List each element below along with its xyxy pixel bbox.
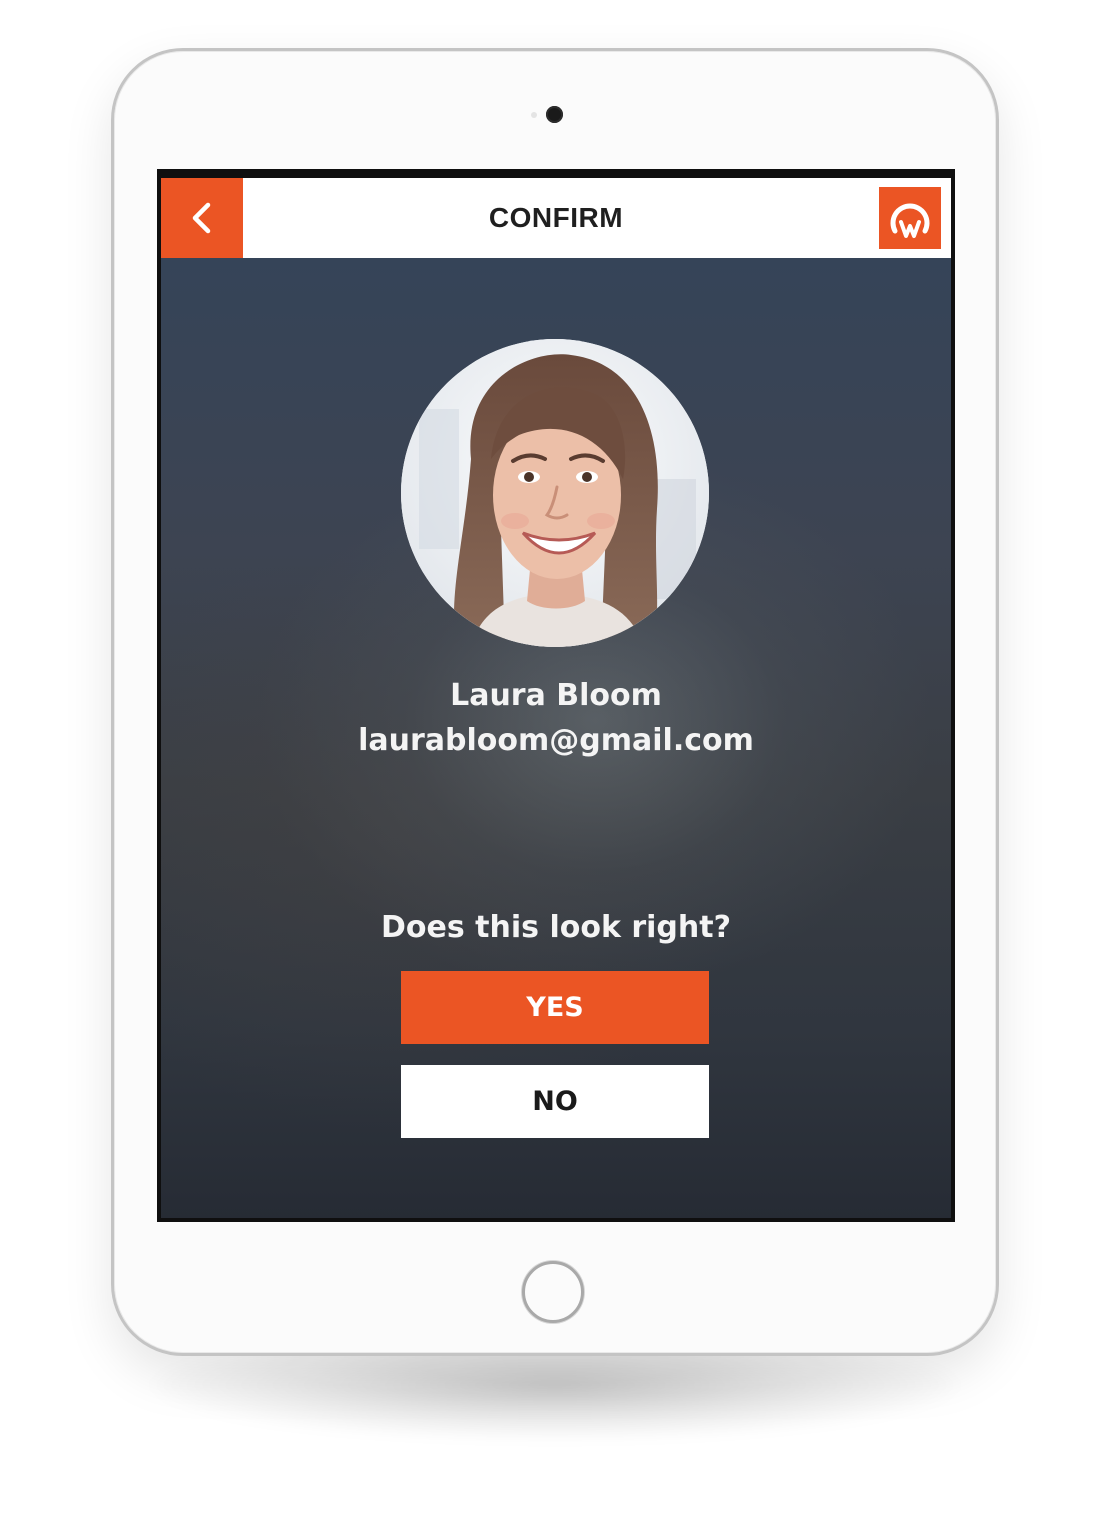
top-bar: CONFIRM — [161, 173, 951, 258]
app-logo-icon — [890, 203, 930, 238]
sensor-dot — [531, 112, 537, 118]
profile-name: Laura Bloom — [450, 678, 662, 713]
main-content: Laura Bloom laurabloom@gmail.com Does th… — [161, 258, 951, 1218]
app-logo[interactable] — [879, 187, 941, 249]
confirm-question: Does this look right? — [381, 910, 731, 945]
avatar — [401, 339, 709, 647]
page-title: CONFIRM — [488, 202, 624, 233]
no-button[interactable]: NO — [401, 1065, 709, 1138]
profile-email: laurabloom@gmail.com — [358, 723, 754, 758]
front-camera — [546, 106, 563, 123]
home-button[interactable] — [522, 1261, 584, 1323]
profile-photo — [401, 339, 709, 647]
yes-button[interactable]: YES — [401, 971, 709, 1044]
screen: CONFIRM Laura Bloom laurabloom@gmail.com… — [157, 169, 955, 1222]
